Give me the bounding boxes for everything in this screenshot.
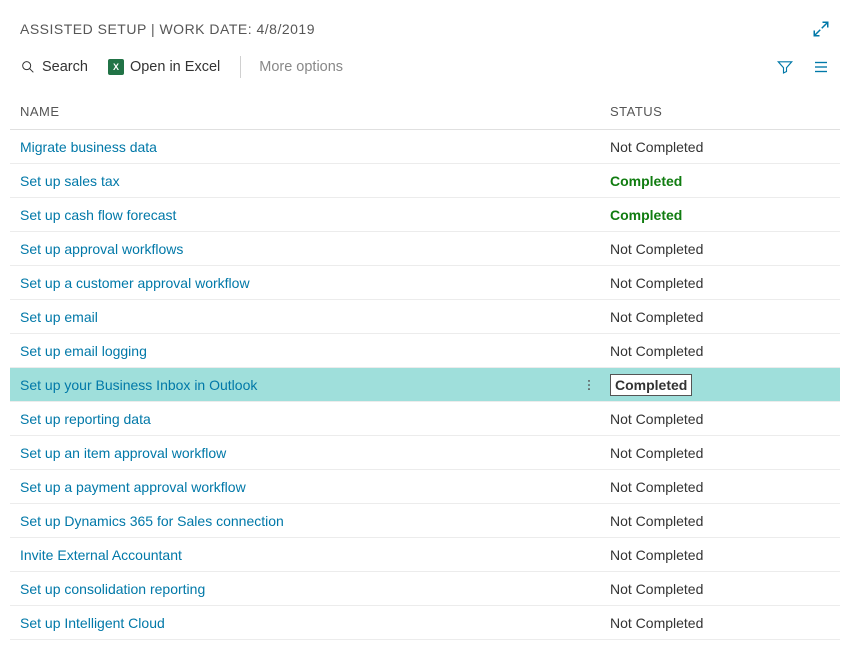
expand-icon[interactable] — [812, 20, 830, 38]
setup-name-link[interactable]: Set up consolidation reporting — [20, 581, 568, 597]
excel-icon: X — [108, 59, 124, 75]
status-cell: Not Completed — [610, 139, 830, 155]
setup-name-link[interactable]: Set up reporting data — [20, 411, 568, 427]
status-cell: Completed — [610, 374, 830, 396]
table-row[interactable]: Set up sales tax Completed — [10, 164, 840, 198]
status-text[interactable]: Completed — [610, 374, 692, 396]
setup-name-link[interactable]: Set up Intelligent Cloud — [20, 615, 568, 631]
status-text: Not Completed — [610, 581, 703, 597]
setup-name-link[interactable]: Migrate business data — [20, 139, 568, 155]
row-menu-cell — [568, 376, 610, 394]
table-header: NAME STATUS — [10, 94, 840, 130]
table-row[interactable]: Set up consolidation reporting Not Comple… — [10, 572, 840, 606]
status-cell: Not Completed — [610, 615, 830, 631]
status-cell: Not Completed — [610, 581, 830, 597]
status-text: Not Completed — [610, 411, 703, 427]
toolbar-right — [776, 58, 830, 76]
list-settings-icon[interactable] — [812, 58, 830, 76]
status-cell: Not Completed — [610, 547, 830, 563]
status-cell: Not Completed — [610, 411, 830, 427]
search-button[interactable]: Search — [20, 59, 88, 75]
open-in-excel-label: Open in Excel — [130, 59, 220, 75]
column-header-status[interactable]: STATUS — [610, 104, 830, 119]
status-cell: Not Completed — [610, 445, 830, 461]
table-row[interactable]: Set up an item approval workflow Not Comp… — [10, 436, 840, 470]
table-row[interactable]: Set up Intelligent Cloud Not Completed — [10, 606, 840, 640]
table-row[interactable]: Set up your Business Inbox in Outlook Com… — [10, 368, 840, 402]
setup-name-link[interactable]: Set up a payment approval workflow — [20, 479, 568, 495]
column-header-name[interactable]: NAME — [20, 104, 610, 119]
more-options-label: More options — [259, 59, 343, 75]
status-text: Not Completed — [610, 479, 703, 495]
status-text: Not Completed — [610, 445, 703, 461]
status-text: Not Completed — [610, 343, 703, 359]
search-icon — [20, 59, 36, 75]
status-text: Completed — [610, 207, 682, 223]
status-text: Not Completed — [610, 241, 703, 257]
table-row[interactable]: Set up cash flow forecast Completed — [10, 198, 840, 232]
search-label: Search — [42, 59, 88, 75]
setup-table: NAME STATUS Migrate business data Not Com… — [0, 94, 850, 640]
table-row[interactable]: Set up a customer approval workflow Not C… — [10, 266, 840, 300]
setup-name-link[interactable]: Set up sales tax — [20, 173, 568, 189]
status-cell: Completed — [610, 207, 830, 223]
filter-icon[interactable] — [776, 58, 794, 76]
setup-name-link[interactable]: Set up cash flow forecast — [20, 207, 568, 223]
status-cell: Not Completed — [610, 309, 830, 325]
setup-name-link[interactable]: Invite External Accountant — [20, 547, 568, 563]
status-text: Not Completed — [610, 275, 703, 291]
table-row[interactable]: Set up email Not Completed — [10, 300, 840, 334]
status-cell: Not Completed — [610, 275, 830, 291]
status-cell: Not Completed — [610, 479, 830, 495]
table-row[interactable]: Set up email logging Not Completed — [10, 334, 840, 368]
table-body: Migrate business dataNot CompletedSet up… — [10, 130, 840, 640]
toolbar: Search X Open in Excel More options — [0, 48, 850, 94]
table-row[interactable]: Set up Dynamics 365 for Sales connection… — [10, 504, 840, 538]
more-options-button[interactable]: More options — [259, 59, 343, 75]
table-row[interactable]: Migrate business data Not Completed — [10, 130, 840, 164]
status-text: Not Completed — [610, 139, 703, 155]
table-row[interactable]: Set up approval workflows Not Completed — [10, 232, 840, 266]
table-row[interactable]: Set up a payment approval workflow Not Co… — [10, 470, 840, 504]
toolbar-divider — [240, 56, 241, 78]
page-header: ASSISTED SETUP | WORK DATE: 4/8/2019 — [0, 0, 850, 48]
open-in-excel-button[interactable]: X Open in Excel — [108, 59, 220, 75]
table-row[interactable]: Set up reporting data Not Completed — [10, 402, 840, 436]
status-cell: Completed — [610, 173, 830, 189]
status-text: Not Completed — [610, 513, 703, 529]
row-more-icon[interactable] — [582, 376, 596, 394]
setup-name-link[interactable]: Set up email logging — [20, 343, 568, 359]
status-cell: Not Completed — [610, 343, 830, 359]
table-row[interactable]: Invite External Accountant Not Completed — [10, 538, 840, 572]
toolbar-left: Search X Open in Excel More options — [20, 56, 343, 78]
setup-name-link[interactable]: Set up approval workflows — [20, 241, 568, 257]
status-text: Not Completed — [610, 615, 703, 631]
status-cell: Not Completed — [610, 513, 830, 529]
setup-name-link[interactable]: Set up your Business Inbox in Outlook — [20, 377, 568, 393]
status-text: Not Completed — [610, 309, 703, 325]
status-text: Not Completed — [610, 547, 703, 563]
setup-name-link[interactable]: Set up an item approval workflow — [20, 445, 568, 461]
setup-name-link[interactable]: Set up Dynamics 365 for Sales connection — [20, 513, 568, 529]
setup-name-link[interactable]: Set up a customer approval workflow — [20, 275, 568, 291]
page-title: ASSISTED SETUP | WORK DATE: 4/8/2019 — [20, 21, 315, 37]
setup-name-link[interactable]: Set up email — [20, 309, 568, 325]
status-text: Completed — [610, 173, 682, 189]
status-cell: Not Completed — [610, 241, 830, 257]
